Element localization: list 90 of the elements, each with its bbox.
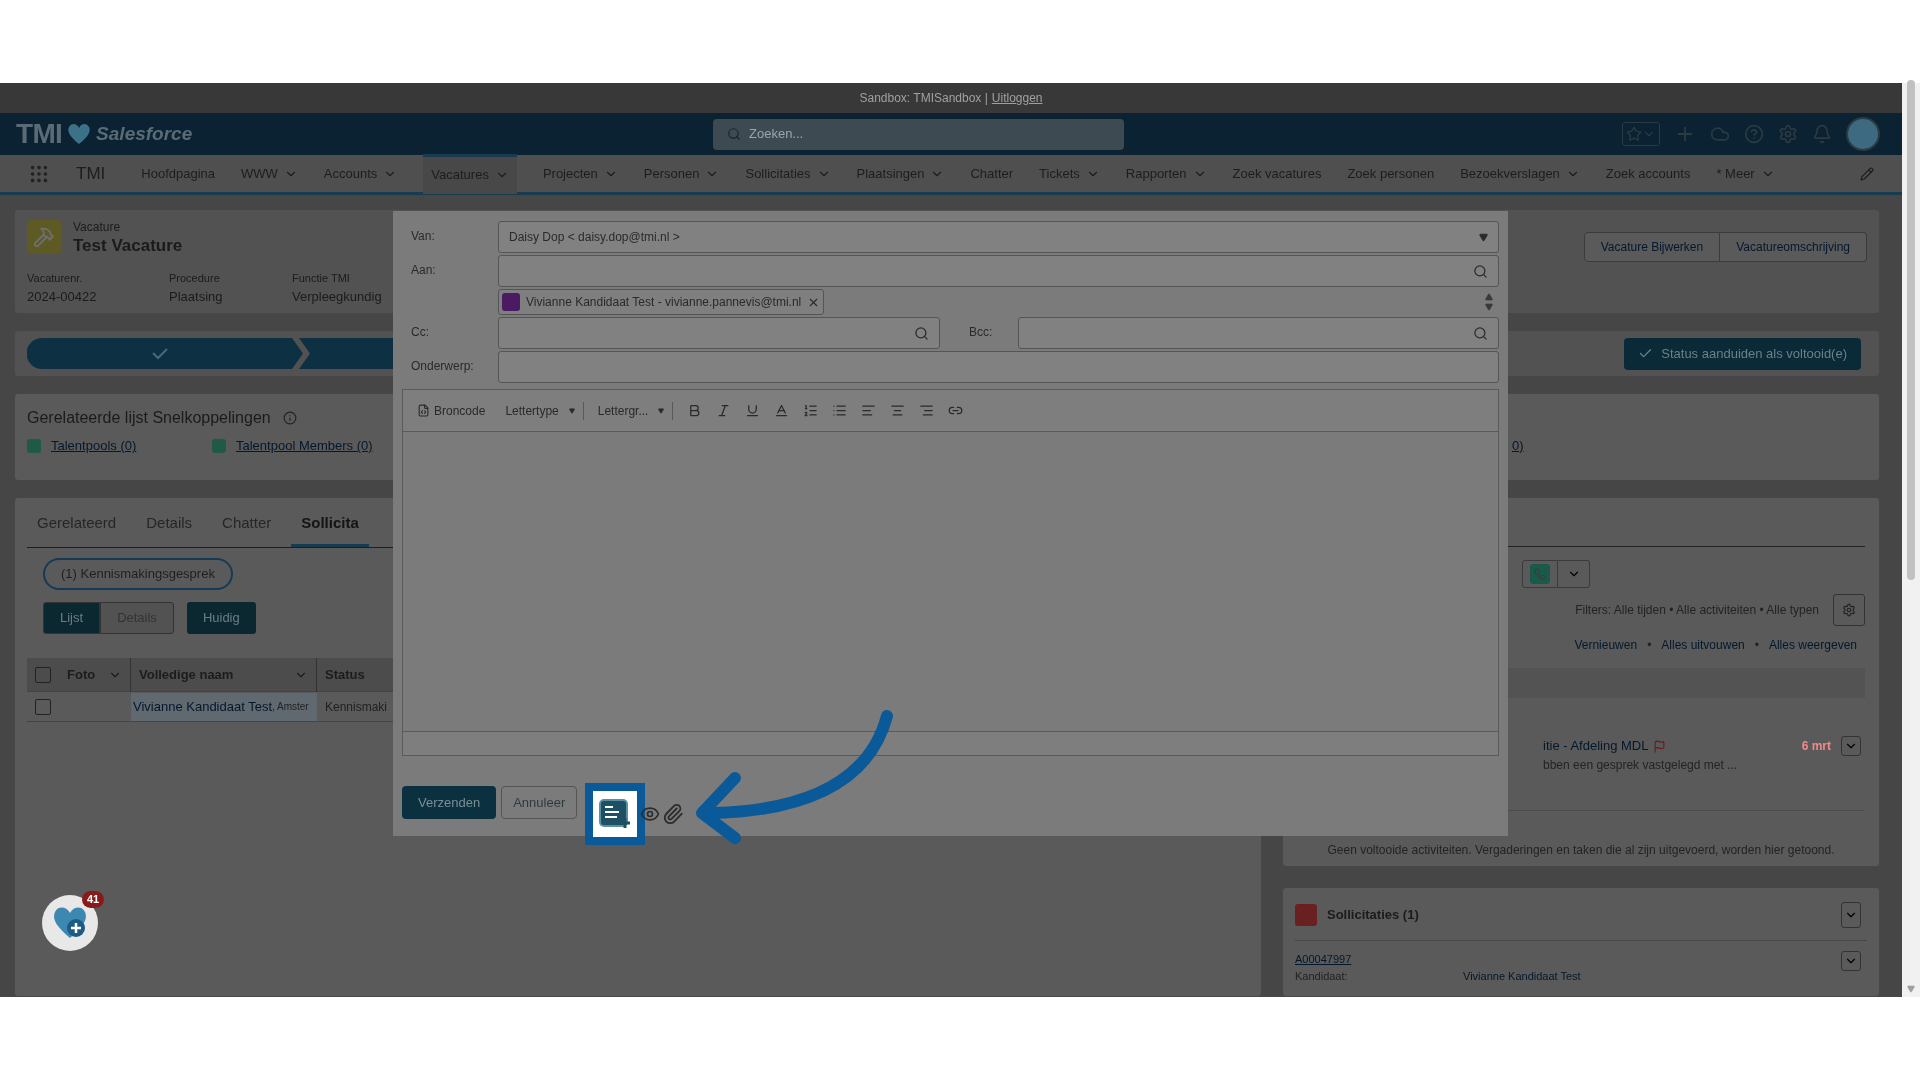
brand-text: Salesforce bbox=[96, 121, 193, 146]
search-icon[interactable] bbox=[1473, 263, 1488, 279]
heart-logo-icon bbox=[66, 122, 93, 146]
separator-dot: • bbox=[1754, 637, 1759, 654]
list-icon bbox=[212, 438, 226, 453]
dropdown-button[interactable] bbox=[1558, 560, 1590, 588]
location-text: , Amster bbox=[272, 700, 309, 714]
dropdown-arrow-icon bbox=[568, 407, 575, 414]
sandbox-text: Sandbox: TMISandbox | bbox=[859, 90, 988, 107]
dropdown-arrow-icon bbox=[1479, 232, 1488, 242]
field-label: Bcc: bbox=[968, 324, 994, 341]
notification-badge: 41 bbox=[82, 891, 105, 908]
select-all-checkbox[interactable] bbox=[35, 666, 51, 683]
activity-title-link[interactable]: itie - Afdeling MDL bbox=[1543, 736, 1649, 756]
activity-action-link[interactable]: Alles weergeven bbox=[1768, 636, 1857, 654]
search-icon[interactable] bbox=[914, 325, 929, 341]
template-add-icon[interactable] bbox=[598, 798, 632, 830]
numbered-list-icon[interactable] bbox=[803, 403, 819, 418]
candidate-link[interactable]: Vivianne Kandidaat Test bbox=[1463, 967, 1581, 984]
row-checkbox[interactable] bbox=[35, 698, 51, 715]
scrollbar[interactable] bbox=[1902, 83, 1920, 997]
avatar[interactable] bbox=[1846, 117, 1880, 151]
view-toggle-button[interactable]: Lijst bbox=[43, 602, 101, 634]
call-button[interactable] bbox=[1522, 560, 1558, 588]
settings-icon bbox=[1842, 603, 1856, 617]
italic-icon[interactable] bbox=[716, 403, 732, 418]
field-label: Kandidaat: bbox=[1295, 968, 1349, 984]
related-list-link[interactable]: 0) bbox=[1512, 436, 1524, 456]
activity-action-link[interactable]: Vernieuwen bbox=[1574, 636, 1638, 654]
candidate-link[interactable]: Vivianne Kandidaat Test bbox=[133, 696, 272, 717]
from-value[interactable]: Daisy Dop < daisy.dop@tmi.nl > bbox=[509, 228, 680, 246]
align-left-icon[interactable] bbox=[861, 403, 877, 418]
logout-link[interactable]: Uitloggen bbox=[991, 89, 1043, 107]
due-date: 6 mrt bbox=[1801, 738, 1831, 755]
action-button[interactable]: Vacature Bijwerken bbox=[1583, 232, 1721, 262]
settings-button[interactable] bbox=[1833, 594, 1865, 626]
subject-field[interactable] bbox=[498, 351, 1499, 383]
text-color-icon[interactable] bbox=[774, 403, 790, 418]
preview-icon[interactable] bbox=[640, 804, 660, 824]
current-button[interactable]: Huidig bbox=[186, 602, 256, 634]
logo-text: TMI bbox=[16, 117, 63, 151]
editor[interactable]: Broncode Lettertype Lettergr... bbox=[402, 389, 1499, 756]
source-code-icon bbox=[417, 404, 430, 417]
filter-chip[interactable]: (1) Kennismakingsgesprek bbox=[43, 558, 233, 590]
flag-icon bbox=[1652, 739, 1666, 753]
related-list-link[interactable]: Talentpool Members (0) bbox=[236, 436, 373, 456]
field-label: Van: bbox=[410, 228, 436, 245]
font-dropdown[interactable]: Lettertype bbox=[499, 401, 584, 420]
contact-card-icon bbox=[502, 293, 520, 311]
scroll-arrows-icon[interactable] bbox=[1485, 293, 1493, 311]
align-right-icon[interactable] bbox=[919, 403, 935, 418]
record-type-icon bbox=[27, 220, 61, 254]
edit-icon[interactable] bbox=[1860, 166, 1874, 181]
cancel-button[interactable]: Annuleer bbox=[501, 786, 578, 819]
info-icon bbox=[282, 411, 297, 425]
tab[interactable]: Sollicita bbox=[291, 512, 369, 547]
record-menu-button[interactable] bbox=[1841, 951, 1861, 971]
phone-icon bbox=[1530, 564, 1550, 584]
card-menu-button[interactable] bbox=[1841, 902, 1861, 928]
card-title: Sollicitaties (1) bbox=[1327, 906, 1419, 925]
recipient-chip[interactable]: Vivianne Kandidaat Test - vivianne.pannevis@tmi.nl bbox=[498, 289, 825, 315]
scrollbar-thumb[interactable] bbox=[1907, 80, 1915, 580]
separator-dot: • bbox=[1647, 637, 1652, 654]
table-cell-text: Kennismaki bbox=[324, 698, 389, 716]
related-list-link[interactable]: Talentpools (0) bbox=[51, 436, 137, 456]
search-icon[interactable] bbox=[1473, 325, 1488, 341]
activity-action-link[interactable]: Alles uitvouwen bbox=[1661, 636, 1745, 654]
source-button[interactable]: Broncode bbox=[417, 401, 486, 420]
action-button[interactable]: Vacatureomschrijving bbox=[1720, 232, 1867, 262]
bullet-list-icon[interactable] bbox=[832, 403, 848, 418]
card-title: Gerelateerde lijst Snelkoppelingen bbox=[27, 408, 271, 428]
send-button[interactable]: Verzenden bbox=[402, 786, 497, 819]
applications-icon bbox=[1295, 904, 1317, 926]
field-label: Cc: bbox=[410, 324, 430, 341]
item-menu-button[interactable] bbox=[1841, 736, 1861, 756]
align-center-icon[interactable] bbox=[890, 403, 906, 418]
underline-icon[interactable] bbox=[745, 403, 761, 418]
field-value: Verpleegkundig bbox=[292, 287, 383, 306]
star-icon bbox=[1626, 126, 1642, 142]
dropdown-arrow-icon bbox=[658, 407, 665, 414]
attachment-icon[interactable] bbox=[662, 803, 684, 825]
field-label: Onderwerp: bbox=[410, 358, 475, 375]
scroll-down-icon[interactable] bbox=[1907, 985, 1915, 993]
field-label: Aan: bbox=[410, 262, 437, 279]
search-icon bbox=[727, 127, 741, 141]
search-field[interactable]: Zoeken... bbox=[713, 118, 1124, 150]
list-icon bbox=[27, 438, 41, 453]
mark-complete-button[interactable]: Status aanduiden als voltooid(e) bbox=[1624, 337, 1861, 370]
size-dropdown[interactable]: Lettergr... bbox=[597, 401, 674, 420]
record-link[interactable]: A00047997 bbox=[1295, 951, 1463, 968]
